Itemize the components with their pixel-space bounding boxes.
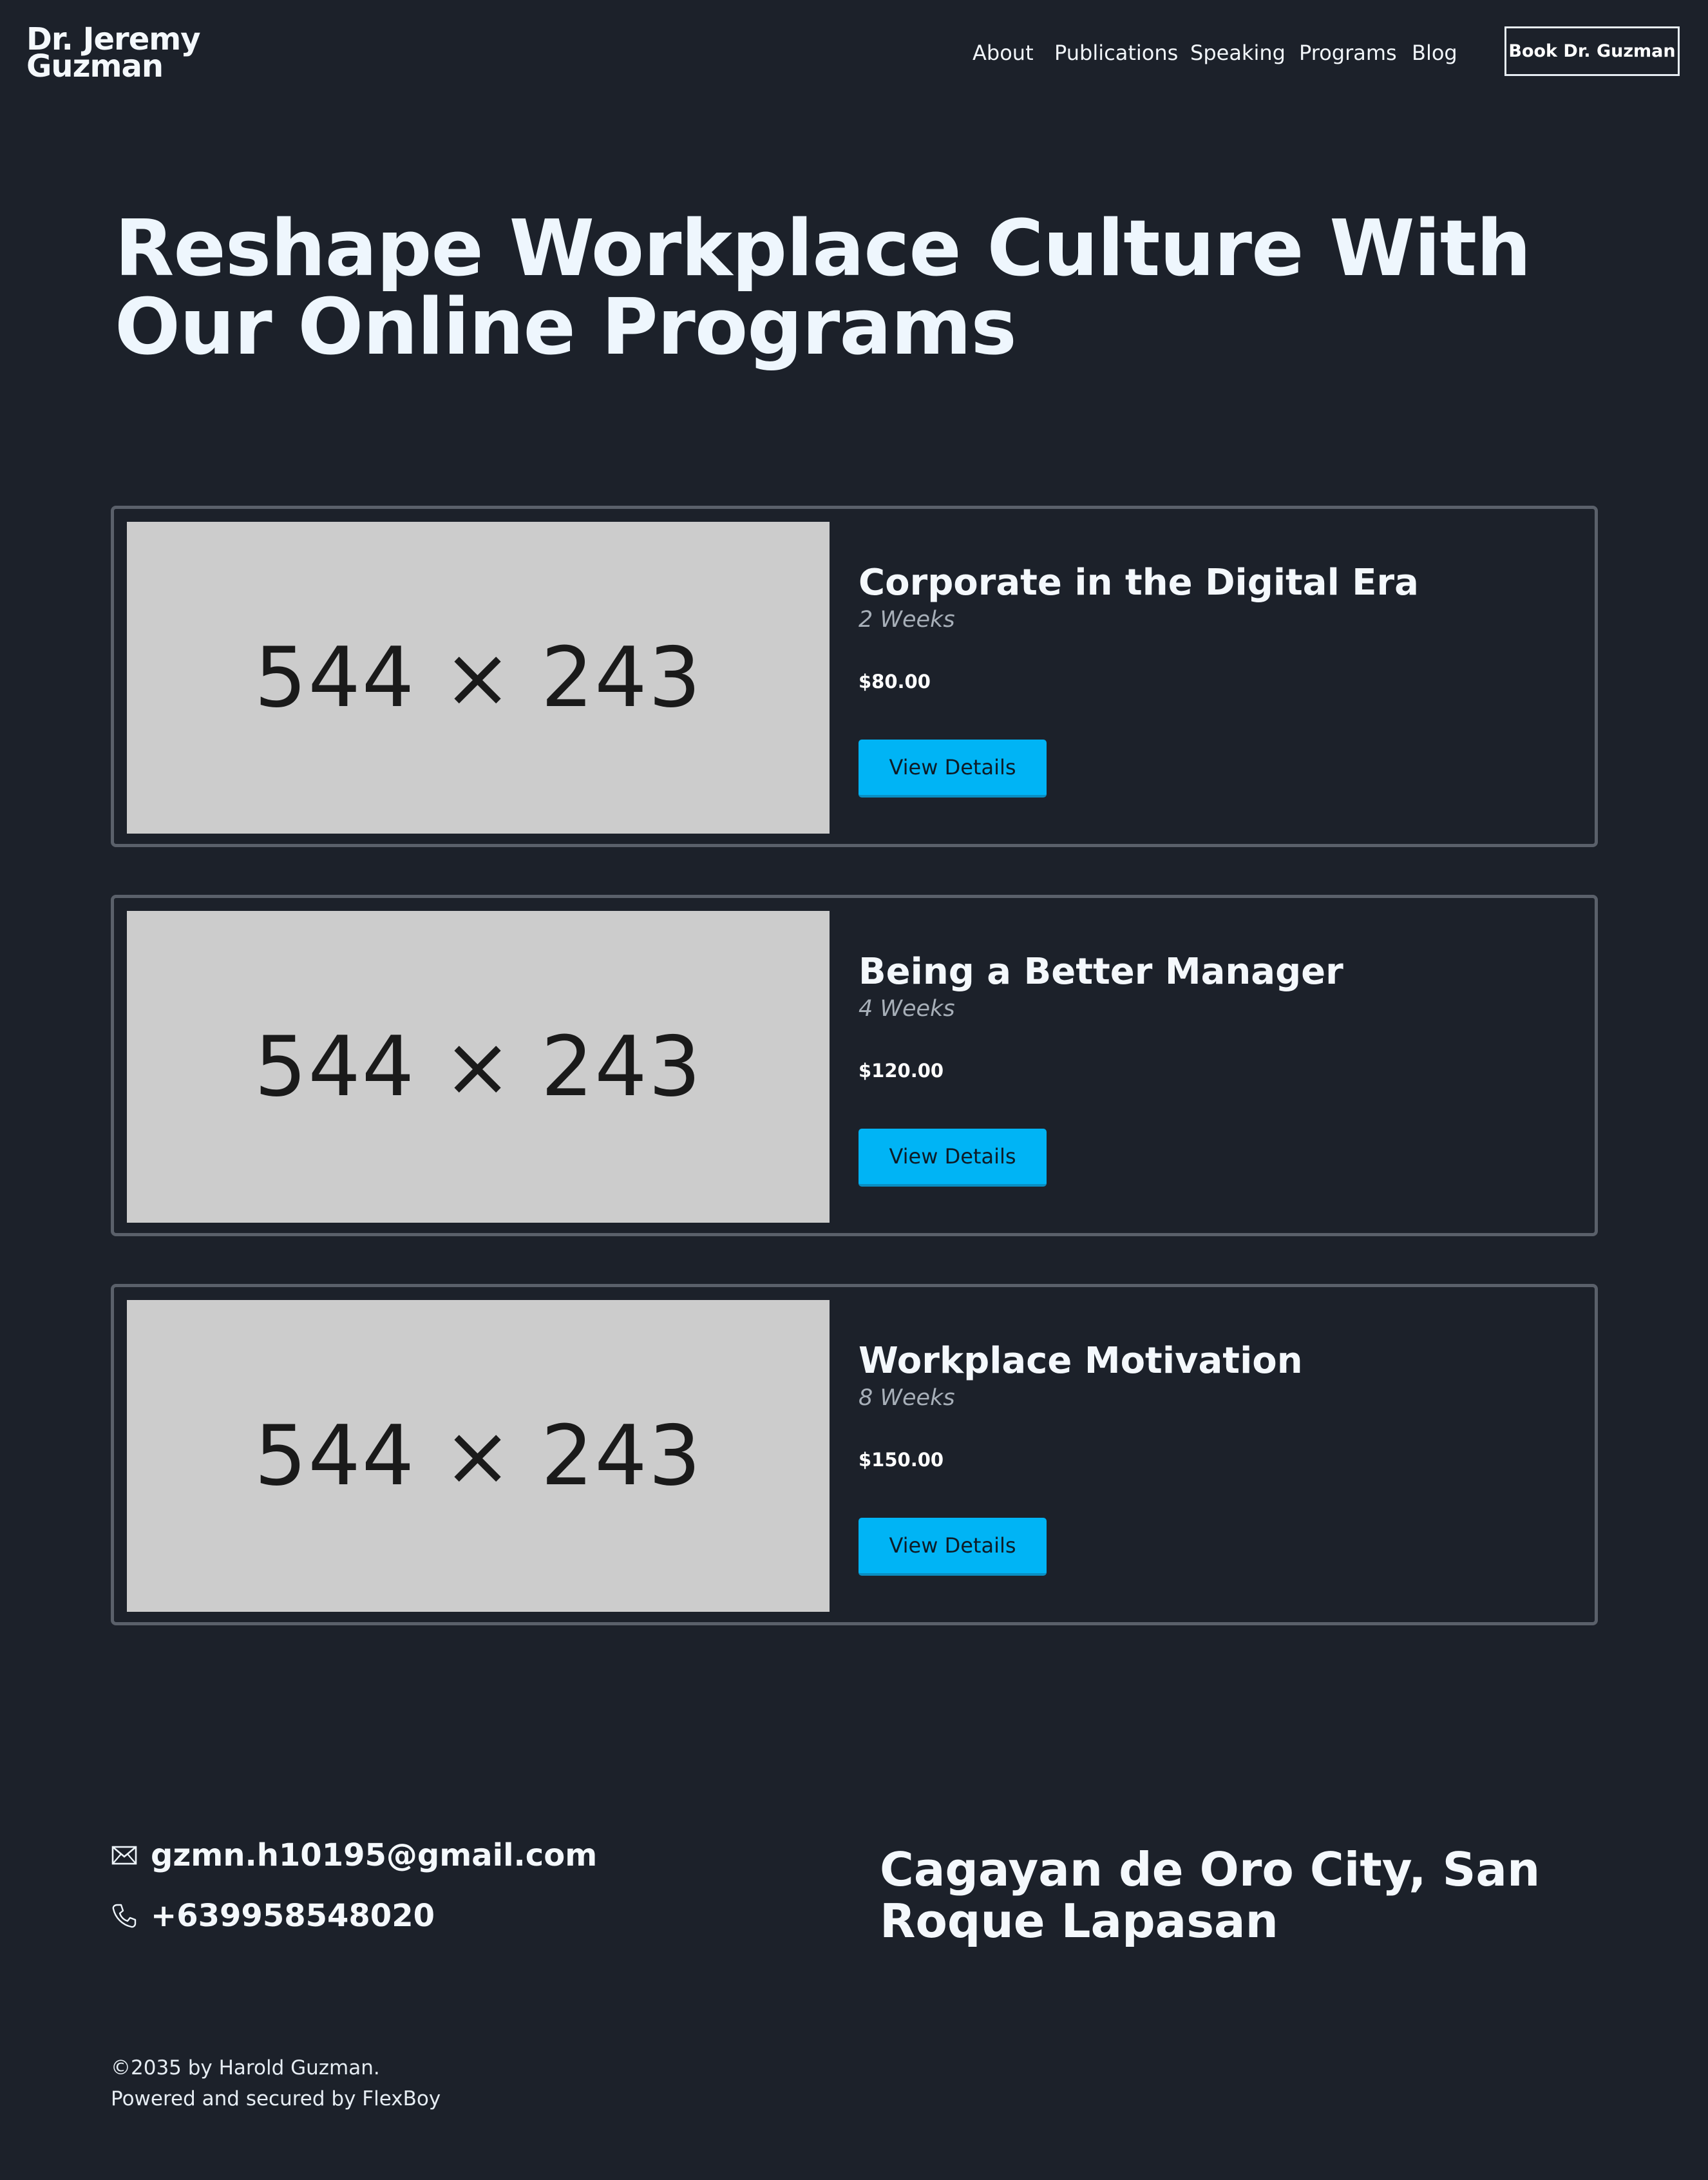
book-button[interactable]: Book Dr. Guzman [1504,26,1680,76]
page-title: Reshape Workplace Culture With Our Onlin… [115,204,1532,372]
phone-link[interactable]: +639958548020 [151,1898,435,1934]
view-details-button[interactable]: View Details [859,1129,1047,1187]
image-dimensions-label: 544 × 243 [254,629,703,726]
view-details-button[interactable]: View Details [859,1518,1047,1576]
phone-icon [111,1902,138,1929]
nav-item-about[interactable]: About [973,39,1034,67]
program-card: 544 × 243 Being a Better Manager 4 Weeks… [111,895,1598,1236]
image-dimensions-label: 544 × 243 [254,1408,703,1504]
copyright-text: ©2035 by Harold Guzman. [111,2056,380,2080]
site-header: Dr. Jeremy Guzman About Publications Spe… [0,0,1708,108]
program-title: Workplace Motivation [859,1340,1303,1382]
program-image-placeholder: 544 × 243 [127,911,830,1223]
program-image-placeholder: 544 × 243 [127,522,830,834]
program-price: $120.00 [859,1060,944,1082]
main-nav: About Publications Speaking Programs Blo… [0,39,1708,67]
address: Cagayan de Oro City, San Roque Lapasan [880,1842,1541,1948]
nav-item-blog[interactable]: Blog [1412,39,1457,67]
nav-item-speaking[interactable]: Speaking [1190,39,1286,67]
program-card: 544 × 243 Workplace Motivation 8 Weeks $… [111,1284,1598,1625]
program-duration: 4 Weeks [859,996,955,1022]
contact-phone: +639958548020 [111,1898,435,1934]
view-details-button[interactable]: View Details [859,740,1047,798]
mail-icon [111,1842,138,1869]
copyright: ©2035 by Harold Guzman. Powered and secu… [111,2052,441,2114]
contact-email: gzmn.h10195@gmail.com [111,1837,597,1873]
program-duration: 8 Weeks [859,1385,955,1411]
program-image-placeholder: 544 × 243 [127,1300,830,1612]
program-duration: 2 Weeks [859,607,955,633]
program-title: Corporate in the Digital Era [859,562,1419,604]
powered-by-text: Powered and secured by FlexBoy [111,2087,441,2110]
nav-item-publications[interactable]: Publications [1054,39,1178,67]
nav-item-programs[interactable]: Programs [1299,39,1397,67]
program-title: Being a Better Manager [859,951,1343,993]
email-link[interactable]: gzmn.h10195@gmail.com [151,1837,597,1873]
program-price: $80.00 [859,671,931,693]
image-dimensions-label: 544 × 243 [254,1018,703,1115]
program-price: $150.00 [859,1449,944,1471]
program-card: 544 × 243 Corporate in the Digital Era 2… [111,506,1598,847]
